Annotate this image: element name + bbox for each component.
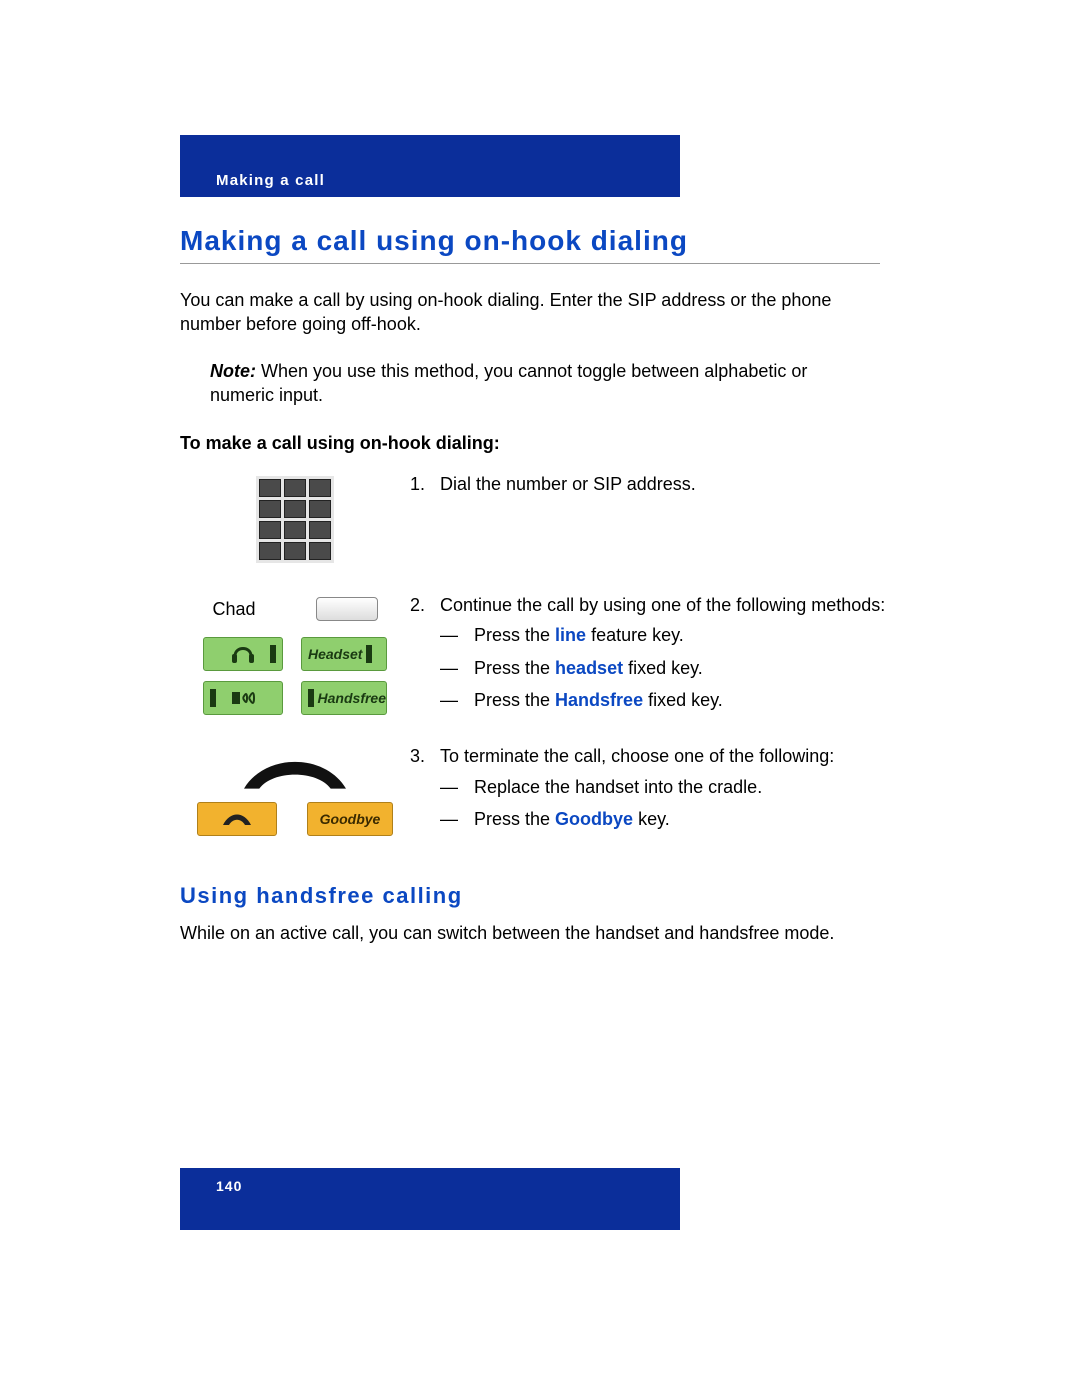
sub-item: —Press the headset fixed key. (440, 656, 920, 680)
handsfree-label-key: Handsfree (301, 681, 387, 715)
line-label: Chad (212, 599, 255, 620)
step-lead: To terminate the call, choose one of the… (440, 744, 920, 768)
goodbye-label-key: Goodbye (307, 802, 393, 836)
subsection-text: While on an active call, you can switch … (180, 921, 860, 945)
sub-item: —Press the line feature key. (440, 623, 920, 647)
page-number: 140 (180, 1168, 680, 1194)
note-label: Note: (210, 361, 256, 381)
sub-item: —Press the Handsfree fixed key. (440, 688, 920, 712)
step-lead: Continue the call by using one of the fo… (440, 593, 920, 617)
step-1: 1. Dial the number or SIP address. (180, 472, 920, 563)
line-softkey-icon (316, 597, 378, 621)
step-2: Chad Headset (180, 593, 920, 720)
steps-list: 1. Dial the number or SIP address. Chad (180, 472, 920, 839)
handsfree-keyword: Handsfree (555, 690, 643, 710)
headset-key-icon (203, 637, 283, 671)
breadcrumb: Making a call (216, 172, 325, 189)
headset-keyword: headset (555, 658, 623, 678)
instruction-title: To make a call using on-hook dialing: (180, 433, 920, 454)
headset-label-text: Headset (308, 646, 362, 662)
step-number: 3. (410, 744, 440, 839)
keypad-icon (256, 476, 334, 563)
step-number: 1. (410, 472, 440, 502)
headset-label-key: Headset (301, 637, 387, 671)
handsfree-label-text: Handsfree (318, 690, 386, 706)
step-number: 2. (410, 593, 440, 720)
note-block: Note: When you use this method, you cann… (210, 359, 850, 408)
step-text: Dial the number or SIP address. (440, 472, 920, 496)
handset-icon (225, 758, 365, 792)
sub-item: —Replace the handset into the cradle. (440, 775, 920, 799)
handsfree-key-icon (203, 681, 283, 715)
footer-bar: 140 (180, 1168, 680, 1230)
header-bar: Making a call (180, 135, 680, 197)
goodbye-label-text: Goodbye (320, 811, 381, 827)
step-3: Goodbye 3. To terminate the call, choose… (180, 744, 920, 839)
goodbye-key-icon (197, 802, 277, 836)
note-text: When you use this method, you cannot tog… (210, 361, 807, 405)
subsection-title: Using handsfree calling (180, 883, 920, 909)
softkey-row: Chad (212, 597, 377, 621)
page-title: Making a call using on-hook dialing (180, 225, 880, 264)
sub-item: —Press the Goodbye key. (440, 807, 920, 831)
goodbye-keyword: Goodbye (555, 809, 633, 829)
line-keyword: line (555, 625, 586, 645)
intro-paragraph: You can make a call by using on-hook dia… (180, 288, 860, 337)
